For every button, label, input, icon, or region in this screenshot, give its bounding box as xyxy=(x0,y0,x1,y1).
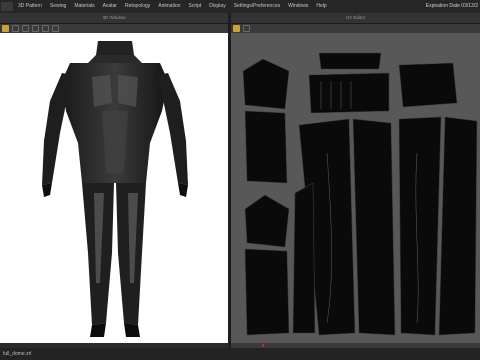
status-file-name: full_dome.zrl xyxy=(3,351,32,357)
chest-left xyxy=(92,75,112,107)
uv-piece-5 xyxy=(318,52,382,70)
menu-3d-pattern[interactable]: 3D Pattern xyxy=(14,0,46,13)
uv-piece-2 xyxy=(244,110,288,184)
menu-windows[interactable]: Windows xyxy=(284,0,312,13)
uv-select-tool-icon[interactable] xyxy=(233,25,240,32)
toolbar-3d xyxy=(0,24,228,33)
select-tool-icon[interactable] xyxy=(2,25,9,32)
right-arm xyxy=(158,73,188,185)
menu-settings[interactable]: Settings/Preferences xyxy=(230,0,284,13)
left-hand xyxy=(42,183,52,197)
menu-bar: 3D Pattern Sewing Materials Avatar Retop… xyxy=(0,0,480,14)
app-logo-icon xyxy=(1,2,13,11)
uv-piece-11 xyxy=(438,116,478,336)
menu-display[interactable]: Display xyxy=(205,0,229,13)
collar xyxy=(96,41,134,55)
timeline-marker xyxy=(262,344,264,347)
measure-tool-icon[interactable] xyxy=(52,25,59,32)
uv-piece-4 xyxy=(244,248,290,336)
uv-transform-tool-icon[interactable] xyxy=(243,25,250,32)
uv-editor-canvas[interactable] xyxy=(231,33,480,343)
avatar-model xyxy=(42,41,188,337)
fold-tool-icon[interactable] xyxy=(42,25,49,32)
uv-piece-7 xyxy=(398,62,458,108)
left-foot xyxy=(90,323,106,337)
menu-script[interactable]: Script xyxy=(185,0,206,13)
move-tool-icon[interactable] xyxy=(12,25,19,32)
waist-panel xyxy=(102,111,128,173)
right-hand xyxy=(178,183,188,197)
uv-pattern-pieces xyxy=(242,52,478,336)
neck-piece xyxy=(88,55,142,63)
right-foot xyxy=(124,323,140,337)
uv-piece-1 xyxy=(242,58,290,110)
menu-retopology[interactable]: Retopology xyxy=(121,0,154,13)
uv-piece-10 xyxy=(398,116,442,336)
uv-piece-9 xyxy=(352,118,396,336)
chest-right xyxy=(118,75,138,107)
menu-materials[interactable]: Materials xyxy=(70,0,98,13)
uv-piece-12 xyxy=(292,182,316,334)
status-bar: full_dome.zrl xyxy=(0,348,480,360)
menu-sewing[interactable]: Sewing xyxy=(46,0,70,13)
left-arm xyxy=(42,73,72,185)
menu-help[interactable]: Help xyxy=(312,0,330,13)
panel-title-3d-window: 3D Window xyxy=(0,13,228,24)
menu-avatar[interactable]: Avatar xyxy=(99,0,121,13)
toolbar-uv xyxy=(231,24,480,33)
panel-title-uv-editor: UV Editor xyxy=(231,13,480,24)
uv-piece-3 xyxy=(244,194,290,248)
3d-viewport[interactable] xyxy=(0,33,228,343)
pin-tool-icon[interactable] xyxy=(22,25,29,32)
expiration-date: Expiration Date 03/13/2 xyxy=(425,3,478,9)
transform-tool-icon[interactable] xyxy=(32,25,39,32)
menu-animation[interactable]: Animation xyxy=(154,0,184,13)
